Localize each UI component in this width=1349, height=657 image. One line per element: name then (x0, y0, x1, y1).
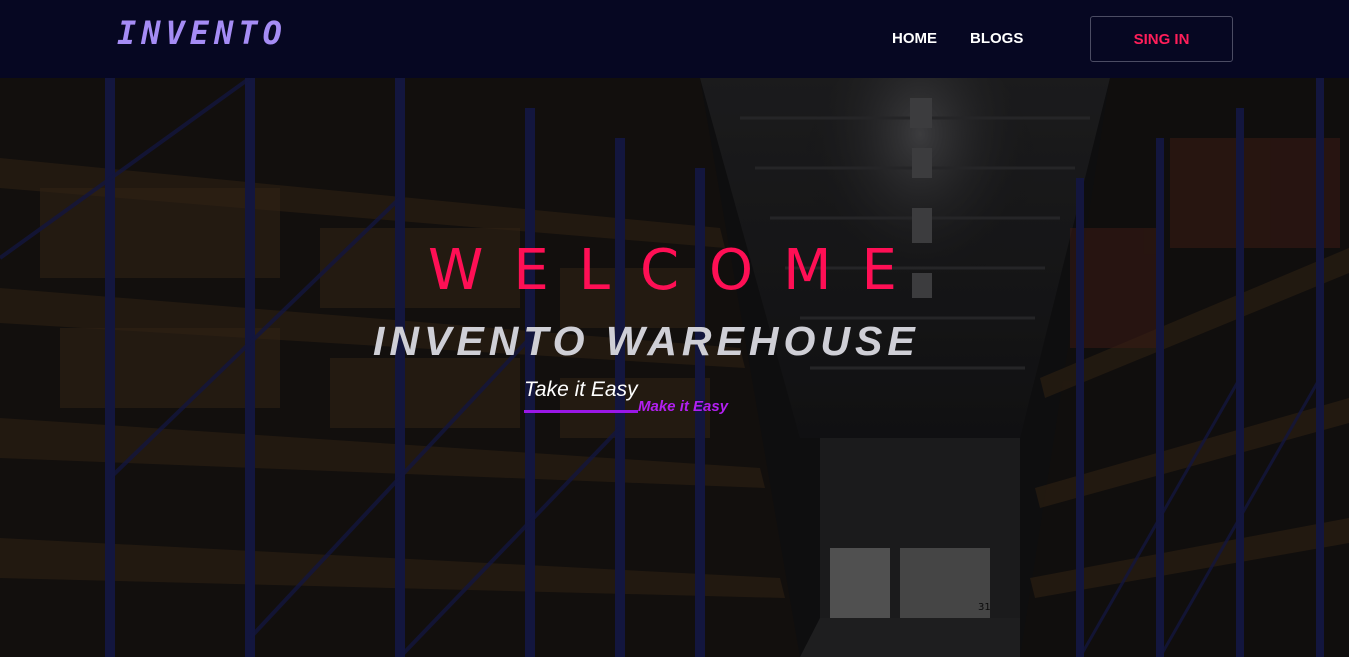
tagline-secondary: Make it Easy (638, 398, 729, 415)
tagline-primary: Take it Easy (524, 378, 638, 401)
navbar: INVENTO HOME BLOGS SING IN (0, 0, 1349, 78)
tagline-underline (524, 410, 638, 413)
hero-section: 31 (0, 78, 1349, 657)
hero-title: INVENTO WAREHOUSE (373, 318, 920, 364)
signin-button[interactable]: SING IN (1090, 16, 1233, 62)
nav-blogs-link[interactable]: BLOGS (970, 30, 1023, 47)
hero-dark-overlay (0, 78, 1349, 657)
nav-home-link[interactable]: HOME (892, 30, 937, 47)
brand-logo[interactable]: INVENTO (117, 14, 287, 52)
welcome-heading: WELCOME (428, 238, 927, 303)
